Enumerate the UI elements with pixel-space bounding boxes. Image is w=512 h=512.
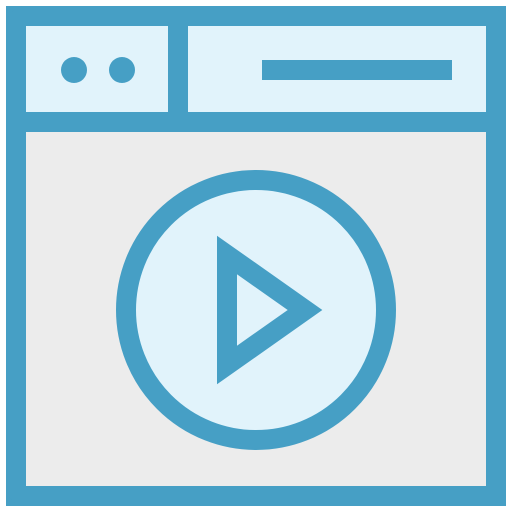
window-header-left — [6, 6, 188, 132]
video-player-window-icon — [0, 0, 512, 512]
address-bar-line — [262, 60, 452, 80]
video-player-window-svg — [6, 6, 506, 506]
window-dot-icon — [61, 57, 87, 83]
window-dot-icon — [109, 57, 135, 83]
